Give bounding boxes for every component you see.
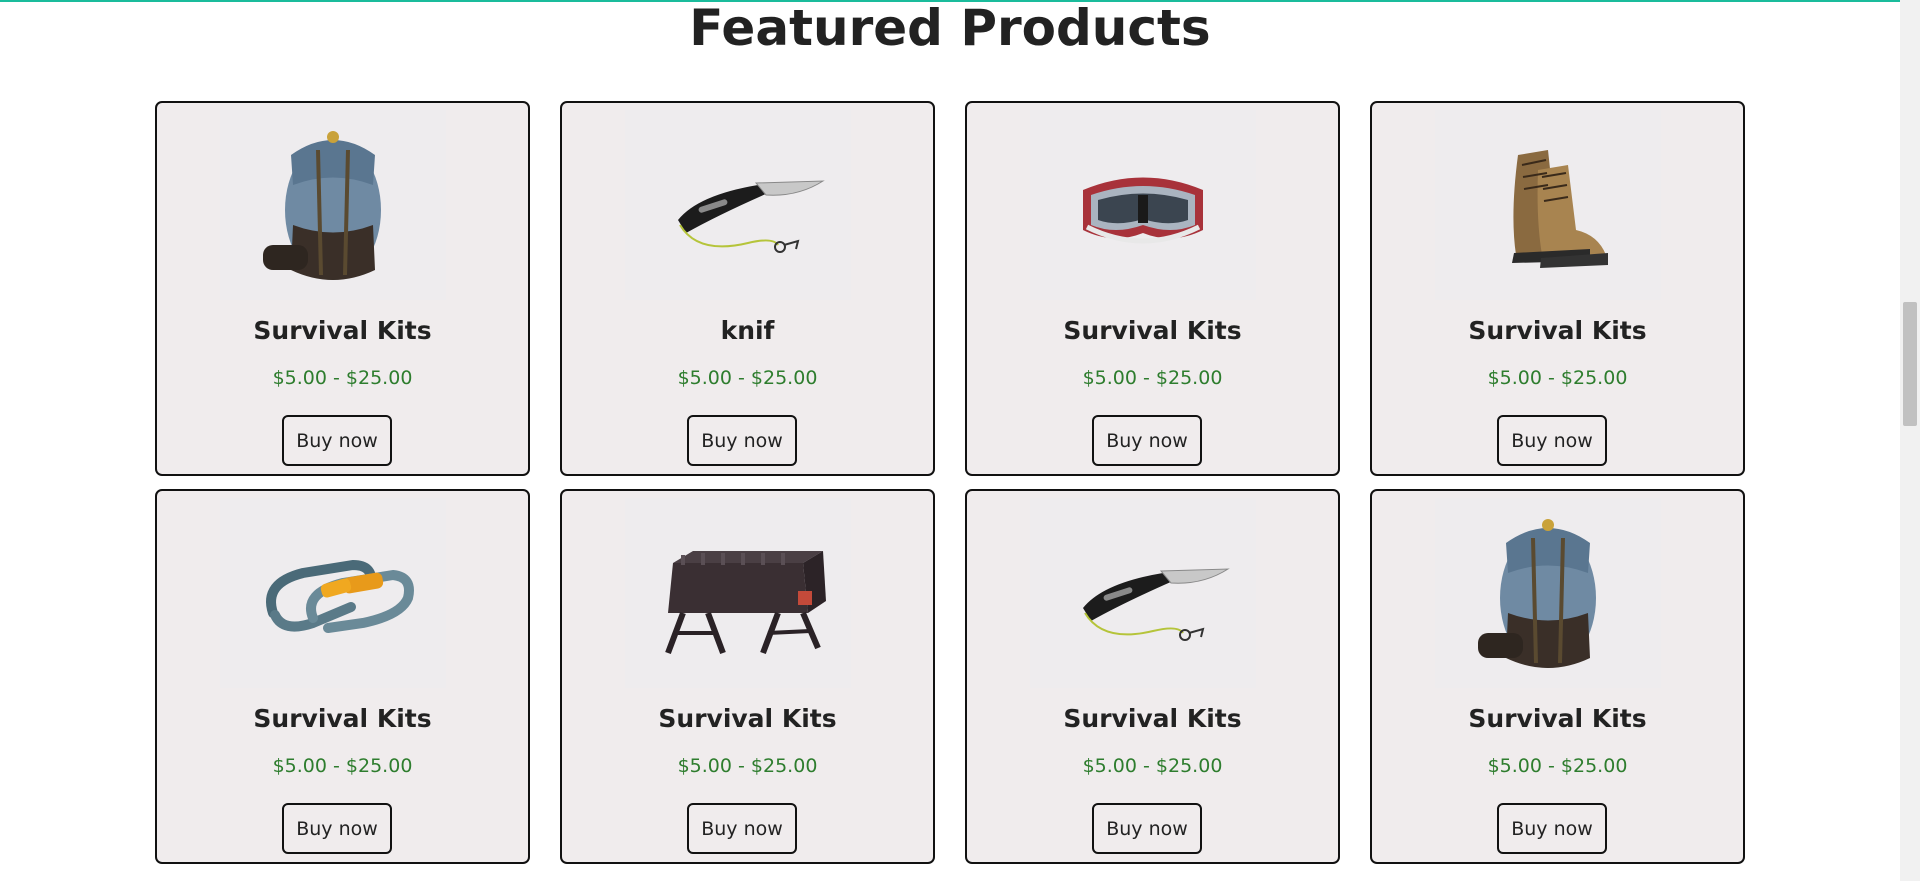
vertical-scrollbar[interactable] [1900, 0, 1920, 881]
product-name: knif [720, 316, 775, 345]
product-name: Survival Kits [253, 704, 432, 733]
product-name: Survival Kits [658, 704, 837, 733]
backpack-icon[interactable] [1435, 498, 1661, 688]
product-name: Survival Kits [1063, 316, 1242, 345]
product-card: Survival Kits $5.00 - $25.00 Buy now [560, 489, 935, 864]
product-price: $5.00 - $25.00 [272, 367, 413, 389]
product-card: Survival Kits $5.00 - $25.00 Buy now [155, 489, 530, 864]
product-price: $5.00 - $25.00 [272, 755, 413, 777]
buy-now-button[interactable]: Buy now [687, 803, 797, 854]
goggles-icon[interactable] [1030, 110, 1256, 300]
buy-now-button[interactable]: Buy now [282, 803, 392, 854]
product-card: Survival Kits $5.00 - $25.00 Buy now [965, 101, 1340, 476]
buy-now-button[interactable]: Buy now [1497, 803, 1607, 854]
product-card: Survival Kits $5.00 - $25.00 Buy now [965, 489, 1340, 864]
buy-now-button[interactable]: Buy now [1497, 415, 1607, 466]
hiking-boot-icon[interactable] [1435, 110, 1661, 300]
product-card: Survival Kits $5.00 - $25.00 Buy now [155, 101, 530, 476]
product-price: $5.00 - $25.00 [1082, 367, 1223, 389]
carabiner-icon[interactable] [220, 498, 446, 688]
product-name: Survival Kits [253, 316, 432, 345]
product-grid: Survival Kits $5.00 - $25.00 Buy now kni… [155, 101, 1745, 864]
product-name: Survival Kits [1468, 316, 1647, 345]
product-card: Survival Kits $5.00 - $25.00 Buy now [1370, 489, 1745, 864]
product-name: Survival Kits [1468, 704, 1647, 733]
knife-icon[interactable] [1030, 498, 1256, 688]
page-title: Featured Products [689, 0, 1211, 57]
scrollbar-thumb[interactable] [1903, 302, 1917, 426]
product-card: knif $5.00 - $25.00 Buy now [560, 101, 935, 476]
backpack-icon[interactable] [220, 110, 446, 300]
product-price: $5.00 - $25.00 [1082, 755, 1223, 777]
buy-now-button[interactable]: Buy now [282, 415, 392, 466]
buy-now-button[interactable]: Buy now [687, 415, 797, 466]
product-price: $5.00 - $25.00 [1487, 755, 1628, 777]
product-price: $5.00 - $25.00 [1487, 367, 1628, 389]
buy-now-button[interactable]: Buy now [1092, 415, 1202, 466]
buy-now-button[interactable]: Buy now [1092, 803, 1202, 854]
knife-icon[interactable] [625, 110, 851, 300]
product-price: $5.00 - $25.00 [677, 367, 818, 389]
product-card: Survival Kits $5.00 - $25.00 Buy now [1370, 101, 1745, 476]
product-price: $5.00 - $25.00 [677, 755, 818, 777]
product-name: Survival Kits [1063, 704, 1242, 733]
grill-icon[interactable] [625, 498, 851, 688]
